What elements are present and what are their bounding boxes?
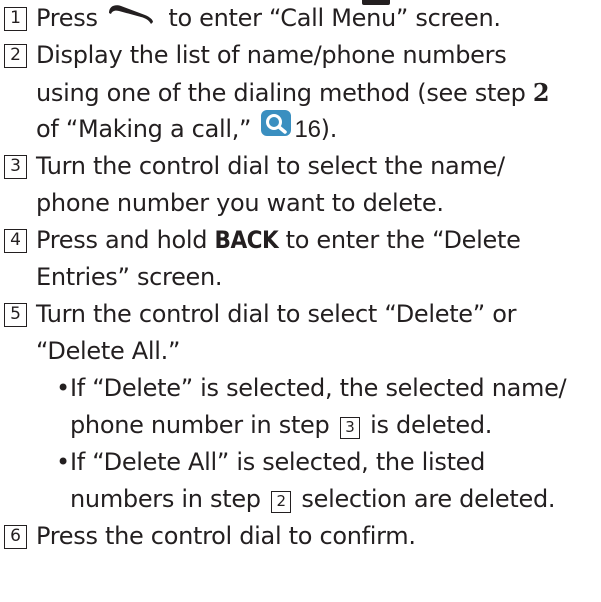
bullet-1-line-2: phone number in step 3 is deleted. [70, 407, 566, 444]
manual-page: 1 Press to enter “Call Menu” screen. 2 D… [0, 0, 601, 602]
bullet-1-line-2-post: is deleted. [370, 411, 493, 439]
step-4-pre: Press and hold [36, 226, 208, 254]
step-1-pre: Press [36, 4, 98, 32]
step-2-line-2: using one of the dialing method (see ste… [36, 74, 601, 111]
step-number-badge: 1 [4, 7, 27, 31]
step-4-line-1: Press and hold BACK to enter the “Delete [36, 222, 601, 259]
step-number-badge: 6 [4, 525, 27, 549]
step-2-line-3: of “Making a call,” 16). [36, 109, 601, 148]
search-magnifier-icon [260, 109, 291, 147]
step-number-badge: 3 [4, 155, 27, 179]
step-3-line-2: phone number you want to delete. [36, 189, 444, 217]
step-5-line-1: Turn the control dial to select “Delete”… [36, 300, 517, 328]
step-2-line-3-text: of “Making a call,” [36, 115, 252, 143]
step-6-line-1: Press the control dial to confirm. [36, 522, 416, 550]
step-2-bold-ref: 2 [532, 78, 550, 107]
step-2-line-3-end: ). [320, 115, 338, 143]
bullet-marker: • [56, 374, 70, 402]
step-4-line-2: Entries” screen. [36, 263, 223, 291]
step-5-text: Turn the control dial to select “Delete”… [36, 296, 601, 370]
step-number-badge: 4 [4, 229, 27, 253]
back-key-label: BACK [214, 226, 279, 254]
bullet-1-line-2-pre: phone number in step [70, 411, 330, 439]
step-2-page-ref: 16 [294, 116, 321, 143]
step-1-line-1: Press to enter “Call Menu” screen. [36, 0, 601, 37]
phone-handset-icon [107, 0, 155, 36]
bullet-2-line-2-post: selection are deleted. [301, 485, 556, 513]
step-number-badge: 2 [4, 44, 27, 68]
bullet-1-line-1: If “Delete” is selected, the selected na… [70, 374, 567, 402]
bullet-2-line-2-pre: numbers in step [70, 485, 261, 513]
step-3-text: Turn the control dial to select the name… [36, 148, 601, 222]
bullet-marker: • [56, 448, 70, 476]
bullet-2-text: If “Delete All” is selected, the listed … [70, 444, 556, 518]
bullet-2-line-2: numbers in step 2 selection are deleted. [70, 481, 556, 518]
step-number-badge: 5 [4, 303, 27, 327]
bullet-1-text: If “Delete” is selected, the selected na… [70, 370, 567, 444]
step-4-post: to enter the “Delete [285, 226, 521, 254]
step-5-line-2: “Delete All.” [36, 337, 181, 365]
step-2-line-2-text: using one of the dialing method (see ste… [36, 79, 526, 107]
step-ref-badge: 2 [271, 491, 292, 513]
step-4-text: Press and hold BACK to enter the “Delete… [36, 222, 601, 296]
step-1-text: Press to enter “Call Menu” screen. [36, 0, 601, 37]
step-6-text: Press the control dial to confirm. [36, 518, 601, 555]
step-2-text: Display the list of name/phone numbers u… [36, 37, 601, 148]
bullet-2-line-1: If “Delete All” is selected, the listed [70, 448, 486, 476]
step-3-line-1: Turn the control dial to select the name… [36, 152, 505, 180]
step-2-line-1: Display the list of name/phone numbers [36, 41, 507, 69]
step-1-post: to enter “Call Menu” screen. [168, 4, 501, 32]
step-ref-badge: 3 [339, 417, 360, 439]
